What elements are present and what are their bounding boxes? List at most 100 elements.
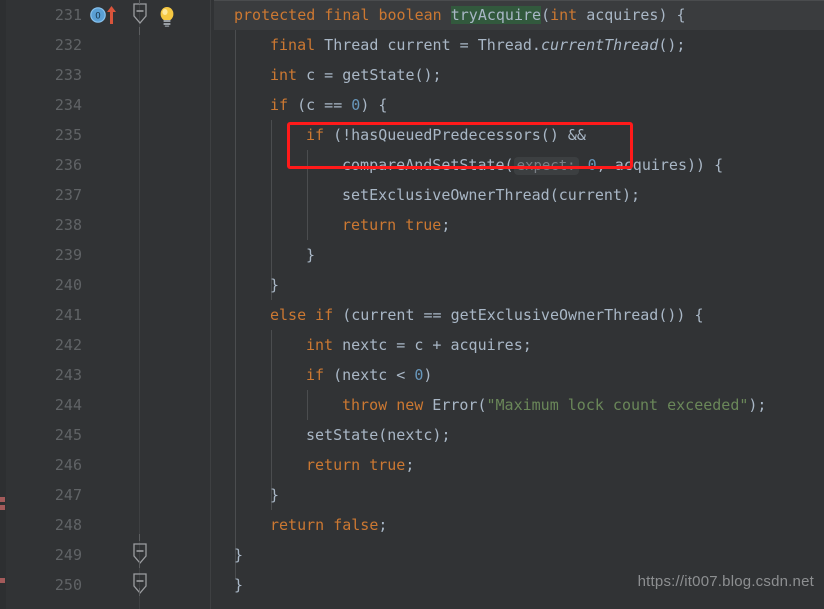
editor-gutter[interactable]: 231 232 233 234 235 236 237 238 239 240 241 242 243 2… [6, 0, 214, 609]
code-line[interactable]: setState(nextc); [214, 420, 824, 450]
code-line[interactable]: final Thread current = Thread.currentThr… [214, 30, 824, 60]
code-line[interactable]: protected final boolean tryAcquire(int a… [214, 0, 824, 30]
line-number[interactable]: 246 [6, 450, 82, 480]
code-line[interactable]: } [214, 540, 824, 570]
line-number[interactable]: 250 [6, 570, 82, 600]
code-token: if [306, 366, 325, 384]
code-token: return [342, 216, 397, 234]
code-line[interactable]: if (nextc < 0) [214, 360, 824, 390]
code-token: if [315, 306, 334, 324]
code-token: int [270, 66, 298, 84]
code-token: (!hasQueuedPredecessors() && [324, 126, 586, 144]
line-number[interactable]: 233 [6, 60, 82, 90]
watermark-text: https://it007.blog.csdn.net [637, 573, 814, 590]
fold-connector-line [139, 534, 140, 541]
code-line[interactable]: } [214, 270, 824, 300]
code-token: ) { [360, 96, 388, 114]
code-token: (c == [288, 96, 352, 114]
code-token: return [270, 516, 325, 534]
fold-connector-line [139, 561, 140, 568]
code-token: (current == getExclusiveOwnerThread()) { [333, 306, 704, 324]
code-token: (); [658, 36, 686, 54]
error-stripe-mark[interactable] [0, 497, 5, 502]
code-token: true [369, 456, 406, 474]
code-line[interactable]: throw new Error("Maximum lock count exce… [214, 390, 824, 420]
code-line[interactable]: else if (current == getExclusiveOwnerThr… [214, 300, 824, 330]
code-token: setState(nextc); [306, 426, 451, 444]
code-token: int [550, 6, 578, 24]
line-number[interactable]: 242 [6, 330, 82, 360]
code-line[interactable]: int nextc = c + acquires; [214, 330, 824, 360]
code-token: 0 [587, 156, 597, 174]
fold-collapse-icon[interactable] [132, 573, 148, 597]
code-token: if [270, 96, 289, 114]
code-token: } [270, 276, 280, 294]
code-token: ; [441, 216, 451, 234]
code-token: setExclusiveOwnerThread(current); [342, 186, 641, 204]
line-number[interactable]: 249 [6, 540, 82, 570]
code-token: final [324, 6, 370, 24]
code-token: ); [748, 396, 767, 414]
code-editor[interactable]: 231 232 233 234 235 236 237 238 239 240 241 242 243 2… [0, 0, 824, 609]
code-line[interactable]: } [214, 480, 824, 510]
line-number[interactable]: 241 [6, 300, 82, 330]
line-number[interactable]: 231 [6, 0, 82, 30]
code-content-area[interactable]: protected final boolean tryAcquire(int a… [214, 0, 824, 609]
override-method-icon[interactable]: O [90, 7, 106, 23]
code-line[interactable]: compareAndSetState(expect: 0, acquires))… [214, 150, 824, 180]
line-number[interactable]: 244 [6, 390, 82, 420]
code-token: acquires) { [577, 6, 686, 24]
error-stripe-mark[interactable] [0, 578, 5, 583]
arrow-up-icon[interactable] [106, 3, 117, 25]
code-line[interactable]: int c = getState(); [214, 60, 824, 90]
line-number[interactable]: 234 [6, 90, 82, 120]
line-number[interactable]: 240 [6, 270, 82, 300]
code-token: return [306, 456, 361, 474]
svg-text:O: O [95, 12, 100, 22]
code-token: Thread current = Thread. [315, 36, 541, 54]
code-token: , acquires)) { [596, 156, 724, 174]
line-number[interactable]: 239 [6, 240, 82, 270]
code-line[interactable]: return false; [214, 510, 824, 540]
fold-connector-line [139, 0, 140, 4]
line-number[interactable]: 237 [6, 180, 82, 210]
intention-bulb-icon[interactable] [157, 5, 177, 27]
parameter-hint: expect: [513, 157, 579, 175]
code-line[interactable]: return true; [214, 450, 824, 480]
line-number[interactable]: 247 [6, 480, 82, 510]
line-number[interactable]: 235 [6, 120, 82, 150]
line-number[interactable]: 245 [6, 420, 82, 450]
code-token: new [396, 396, 424, 414]
line-number[interactable]: 243 [6, 360, 82, 390]
line-number[interactable]: 248 [6, 510, 82, 540]
line-number[interactable]: 232 [6, 30, 82, 60]
code-token: } [234, 576, 244, 594]
code-line[interactable]: setExclusiveOwnerThread(current); [214, 180, 824, 210]
line-number[interactable]: 238 [6, 210, 82, 240]
code-line[interactable]: if (c == 0) { [214, 90, 824, 120]
code-line[interactable]: } [214, 240, 824, 270]
code-token: false [333, 516, 379, 534]
code-token: final [270, 36, 316, 54]
code-token: 0 [351, 96, 361, 114]
line-number[interactable]: 236 [6, 150, 82, 180]
fold-connector-line [139, 27, 140, 35]
code-token: } [234, 546, 244, 564]
code-token: boolean [378, 6, 442, 24]
error-stripe-mark[interactable] [0, 505, 5, 510]
code-line[interactable]: return true; [214, 210, 824, 240]
code-token: Error( [423, 396, 487, 414]
code-token: ; [378, 516, 388, 534]
code-line[interactable]: if (!hasQueuedPredecessors() && [214, 120, 824, 150]
code-token: else [270, 306, 307, 324]
fold-collapse-icon[interactable] [132, 543, 148, 567]
fold-connector-line [139, 588, 140, 596]
fold-collapse-icon[interactable] [132, 3, 148, 27]
code-token: "Maximum lock count exceeded" [486, 396, 749, 414]
